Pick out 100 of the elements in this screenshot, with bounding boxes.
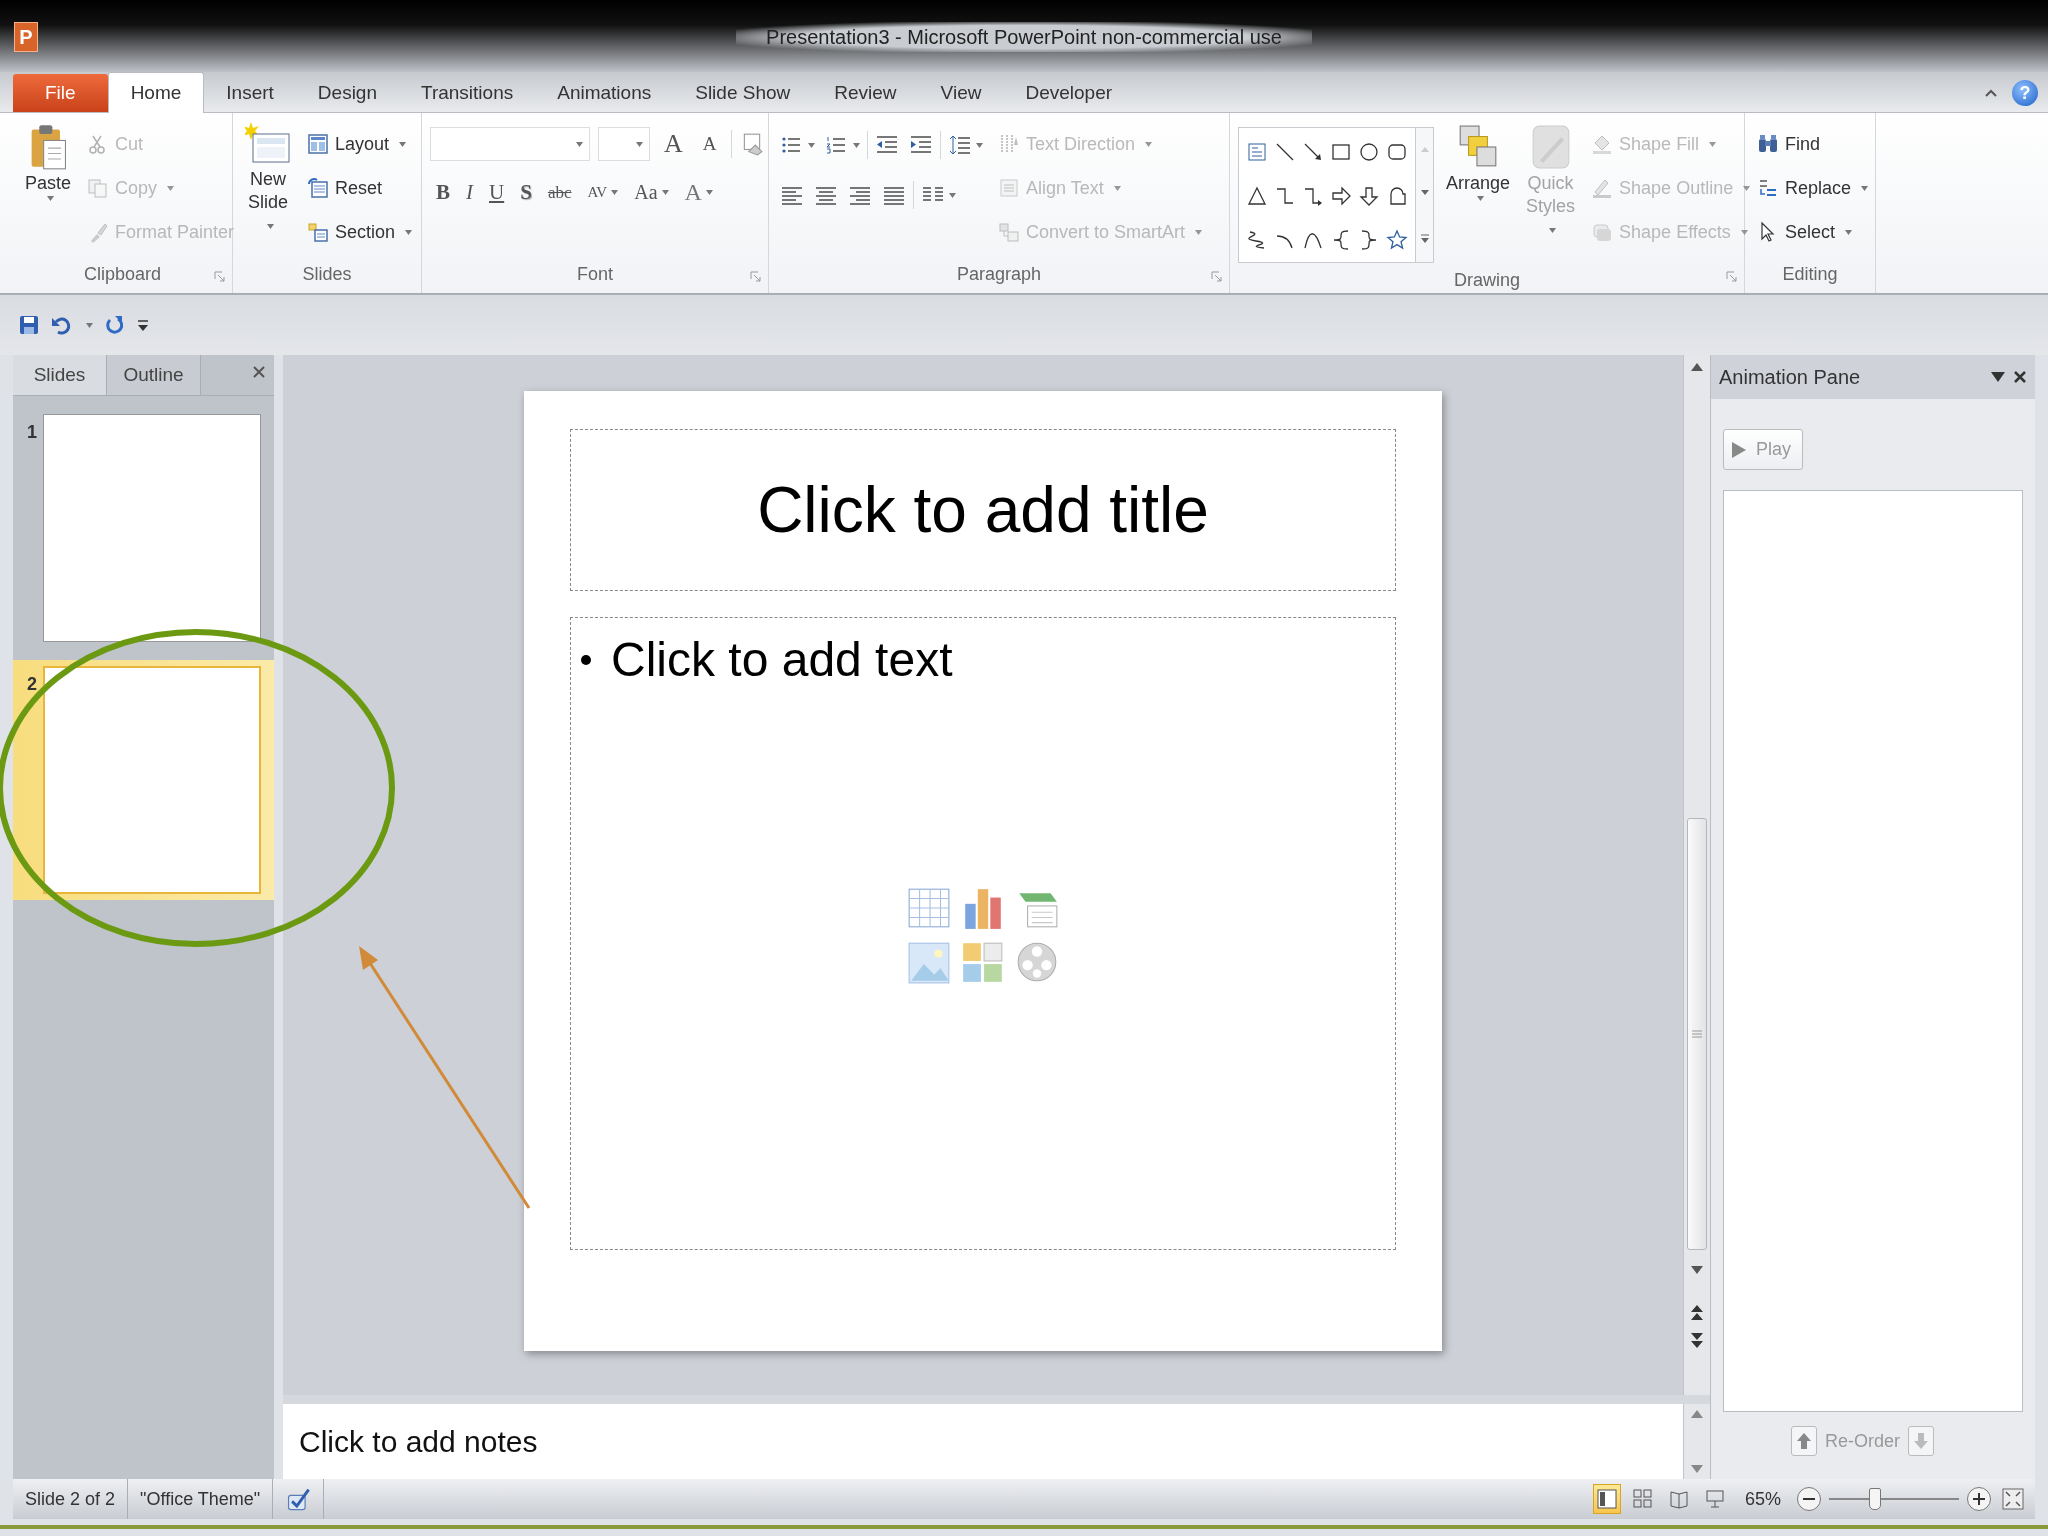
binoculars-icon	[1757, 133, 1779, 155]
text-box-icon	[1246, 141, 1268, 163]
move-up-icon[interactable]	[1791, 1426, 1817, 1456]
color-button[interactable]: A	[678, 177, 719, 208]
shrink-font-button[interactable]: A	[696, 131, 723, 157]
ribbon-tab[interactable]: View	[918, 74, 1004, 112]
caret-icon	[1549, 228, 1557, 233]
group-label: Paragraph	[955, 263, 1043, 286]
theme-name[interactable]: "Office Theme"	[140, 1488, 261, 1510]
caret-icon	[1476, 196, 1484, 201]
caret-icon	[86, 322, 93, 328]
spell-check-icon	[285, 1486, 312, 1512]
notes-field[interactable]: Click to add notes	[283, 1404, 1683, 1479]
title-placeholder[interactable]: Click to add title	[570, 429, 1396, 591]
more-icon[interactable]	[1420, 233, 1429, 243]
caret-icon	[705, 190, 713, 195]
justify-icon	[882, 184, 906, 206]
ribbon-button[interactable]: Select	[1753, 213, 1873, 251]
collapse-ribbon-icon	[1984, 87, 1998, 99]
caret-icon	[1113, 185, 1121, 191]
body-placeholder[interactable]: Click to add text	[611, 632, 953, 687]
elbow-arrow-icon	[1302, 185, 1324, 207]
down-arrow-icon	[1358, 185, 1380, 207]
scroll-down-icon[interactable]	[1691, 1465, 1703, 1473]
spacing-button[interactable]: AV	[581, 182, 625, 203]
new-slide-button[interactable]: New Slide	[241, 121, 295, 257]
font-name-field[interactable]	[430, 127, 590, 161]
file-menu-button[interactable]: File	[13, 74, 108, 112]
caret-icon	[576, 141, 583, 147]
caret-icon	[1145, 141, 1153, 147]
section-icon	[307, 221, 329, 243]
ribbon-button[interactable]: Reset	[303, 169, 417, 207]
panel-tab[interactable]: Slides	[13, 355, 107, 395]
line-icon	[1274, 141, 1296, 163]
close-icon[interactable]	[2013, 370, 2027, 384]
zoom-in-icon[interactable]	[1967, 1487, 1991, 1511]
align-right-icon	[848, 184, 872, 206]
ribbon-tab[interactable]: Slide Show	[673, 74, 813, 112]
dialog-launcher-icon[interactable]	[214, 271, 226, 283]
caret-icon	[46, 196, 54, 201]
caret-icon	[808, 142, 815, 148]
group-label: Font	[576, 263, 614, 286]
slide-number: 2	[26, 673, 38, 695]
dialog-launcher-icon[interactable]	[750, 271, 762, 283]
slide-thumbnail[interactable]	[43, 666, 261, 894]
ribbon-button[interactable]: Find	[1753, 125, 1873, 163]
ribbon-tab[interactable]: Home	[107, 72, 205, 113]
ribbon-tab[interactable]: Insert	[204, 74, 296, 112]
caret-icon	[976, 142, 983, 148]
play-icon	[1732, 441, 1746, 458]
scrollbar[interactable]	[1683, 355, 1710, 1395]
line-spacing-icon	[948, 134, 972, 156]
align-center-icon	[814, 184, 838, 206]
zoom-out-icon[interactable]	[1797, 1487, 1821, 1511]
slide[interactable]: Click to add title Click to add text	[524, 391, 1442, 1351]
paste-button[interactable]: Paste	[21, 121, 76, 257]
pane-title: Animation Pane	[1719, 365, 1862, 389]
caret-icon	[1743, 185, 1751, 191]
ribbon-button[interactable]: Replace	[1753, 169, 1873, 207]
grip-icon[interactable]	[1692, 1030, 1702, 1038]
panel-tab[interactable]: Outline	[107, 355, 201, 395]
save-icon	[18, 314, 40, 336]
italic-button[interactable]: I	[460, 178, 479, 207]
bold-button[interactable]: B	[430, 178, 456, 207]
dropdown-icon[interactable]	[1991, 372, 2005, 382]
bullet-icon	[581, 654, 591, 665]
scroll-up-icon[interactable]	[1691, 1410, 1703, 1418]
caret-icon	[167, 185, 175, 191]
grow-font-button[interactable]: A	[658, 127, 689, 161]
slide-counter: Slide 2 of 2	[25, 1488, 116, 1510]
ribbon-tab[interactable]: Transitions	[399, 74, 536, 112]
ribbon-tab[interactable]: Developer	[1003, 74, 1135, 112]
dialog-launcher-icon[interactable]	[1211, 271, 1223, 283]
reset-icon	[307, 177, 329, 199]
layout-icon	[307, 133, 329, 155]
ribbon-tab[interactable]: Design	[295, 74, 399, 112]
ribbon-tab[interactable]: Animations	[535, 74, 674, 112]
ribbon-button[interactable]: Section	[303, 213, 417, 251]
smartart-icon	[998, 221, 1020, 243]
redo-icon	[103, 314, 125, 336]
scroll-down-icon[interactable]	[1420, 190, 1429, 196]
font-size-field[interactable]	[598, 127, 650, 161]
case-button[interactable]: Aa	[628, 179, 675, 206]
slide-thumbnail[interactable]	[43, 414, 261, 642]
shadow-button[interactable]: S	[514, 178, 538, 207]
normal-view-icon[interactable]	[1592, 1484, 1621, 1514]
app-logo: P	[14, 22, 38, 52]
caret-icon	[1195, 229, 1203, 235]
underline-button[interactable]: U	[483, 178, 511, 207]
copy-icon	[87, 177, 110, 199]
slider-thumb[interactable]	[1868, 1488, 1881, 1510]
ribbon-button[interactable]: Layout	[303, 125, 417, 163]
ribbon-tab[interactable]: Review	[812, 74, 919, 112]
dialog-launcher-icon[interactable]	[1726, 271, 1738, 283]
shapes-gallery[interactable]	[1238, 127, 1416, 263]
zoom-level[interactable]: 65%	[1736, 1488, 1789, 1510]
strike-button[interactable]: abc	[541, 180, 578, 205]
caret-icon	[405, 229, 413, 235]
arrange-button[interactable]: Arrange	[1442, 121, 1515, 263]
group-label: Clipboard	[82, 263, 162, 286]
